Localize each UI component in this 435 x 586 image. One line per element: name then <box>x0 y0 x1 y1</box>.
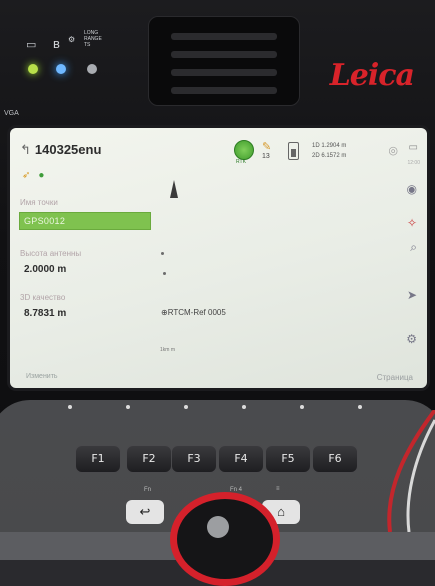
reference-station-marker[interactable]: ⊕RTCM-Ref 0005 <box>161 308 226 317</box>
f1-key[interactable]: F1 <box>75 445 121 473</box>
reference-station-label: RTCM-Ref 0005 <box>167 308 226 317</box>
escape-button[interactable]: ↩ <box>126 500 164 524</box>
point-name-label: Имя точки <box>20 198 58 207</box>
key-dot <box>358 405 362 409</box>
battery-indicator-icon: ▭ <box>26 39 37 51</box>
navigation-dial[interactable] <box>170 492 280 586</box>
battery-icon[interactable] <box>288 142 299 160</box>
quality-1d: 1D 1.2904 m <box>312 143 347 149</box>
time-label: 12:00 <box>407 160 420 166</box>
job-name: 140325enu <box>34 142 102 157</box>
key-dot <box>300 405 304 409</box>
compass-icon[interactable]: ◎ <box>388 144 398 157</box>
rtk-label: RTK <box>236 159 246 165</box>
scale-bar: 1km m <box>160 347 175 353</box>
menu-label: ≡ <box>276 486 280 492</box>
vga-label: VGA <box>4 110 19 117</box>
cable <box>387 410 435 532</box>
north-arrow-icon <box>170 180 178 198</box>
point-name-value: GPS0012 <box>24 216 66 226</box>
zoom-icon[interactable]: ⌕ <box>410 240 417 255</box>
brand-logo: Leica <box>329 58 415 93</box>
point-tool-icon[interactable]: ● <box>38 170 44 181</box>
status-bar: RTK ✎ 13 1D 1.2904 m 2D 6.1572 m ◎ ▭ 12:… <box>234 136 424 172</box>
pan-icon[interactable]: ➤ <box>407 288 417 302</box>
key-dot <box>126 405 130 409</box>
f2-key[interactable]: F2 <box>126 445 172 473</box>
target-icon[interactable]: ✧ <box>407 216 417 230</box>
bluetooth-led <box>56 64 66 74</box>
f5-key[interactable]: F5 <box>265 445 311 473</box>
power-led <box>28 64 38 74</box>
antenna-height-label: Высота антенны <box>20 249 82 258</box>
eye-icon[interactable]: ◉ <box>407 182 417 196</box>
key-dot <box>68 405 72 409</box>
gnss-status-icon[interactable] <box>234 140 254 160</box>
toolbar: ➶ ● <box>22 170 52 181</box>
map-point[interactable] <box>163 272 166 275</box>
edit-icon[interactable]: ✎ <box>262 140 271 153</box>
quality-3d-label: 3D качество <box>20 293 66 302</box>
dial-center-button[interactable] <box>207 516 229 538</box>
antenna-height-field[interactable]: 2.0000 m <box>24 264 66 275</box>
key-dot <box>184 405 188 409</box>
map-point[interactable] <box>161 252 164 255</box>
display-screen: ↰ 140325enu RTK ✎ 13 1D 1.2904 m 2D 6.157… <box>10 128 427 388</box>
position-quality[interactable]: 1D 1.2904 m 2D 6.1572 m <box>312 141 346 161</box>
f4-key[interactable]: F4 <box>218 445 264 473</box>
satellite-count: 13 <box>262 153 270 160</box>
settings-small-icon: ⚙ <box>68 35 76 44</box>
measure-tool-icon[interactable]: ➶ <box>22 170 30 181</box>
f6-key[interactable]: F6 <box>312 445 358 473</box>
long-range-led <box>87 64 97 74</box>
return-arrow-icon: ↩ <box>139 504 151 519</box>
fn-label: Fn <box>144 487 152 493</box>
field-controller: ▭ ʙ ⚙ LONG RANGE TS Leica VGA ↰ 140325enu… <box>0 0 435 586</box>
speaker-grille <box>148 16 300 106</box>
f3-key[interactable]: F3 <box>171 445 217 473</box>
key-dot <box>242 405 246 409</box>
back-icon[interactable]: ↰ <box>20 142 31 157</box>
window-icon[interactable]: ▭ <box>409 142 418 153</box>
map-settings-icon[interactable]: ⚙ <box>406 332 417 346</box>
top-panel: ▭ ʙ ⚙ LONG RANGE TS Leica <box>8 10 428 118</box>
long-range-label: LONG RANGE TS <box>84 30 102 48</box>
point-name-field[interactable]: GPS0012 <box>19 212 151 230</box>
station-icon: ⊕ <box>161 308 168 317</box>
home-icon: ⌂ <box>277 504 285 519</box>
quality-2d: 2D 6.1572 m <box>312 153 347 159</box>
bluetooth-icon: ʙ <box>53 36 60 51</box>
job-title[interactable]: ↰ 140325enu <box>20 142 101 158</box>
page-softkey[interactable]: Страница <box>377 373 413 382</box>
edit-softkey[interactable]: Изменить <box>26 373 58 380</box>
quality-3d-value: 8.7831 m <box>24 308 67 319</box>
